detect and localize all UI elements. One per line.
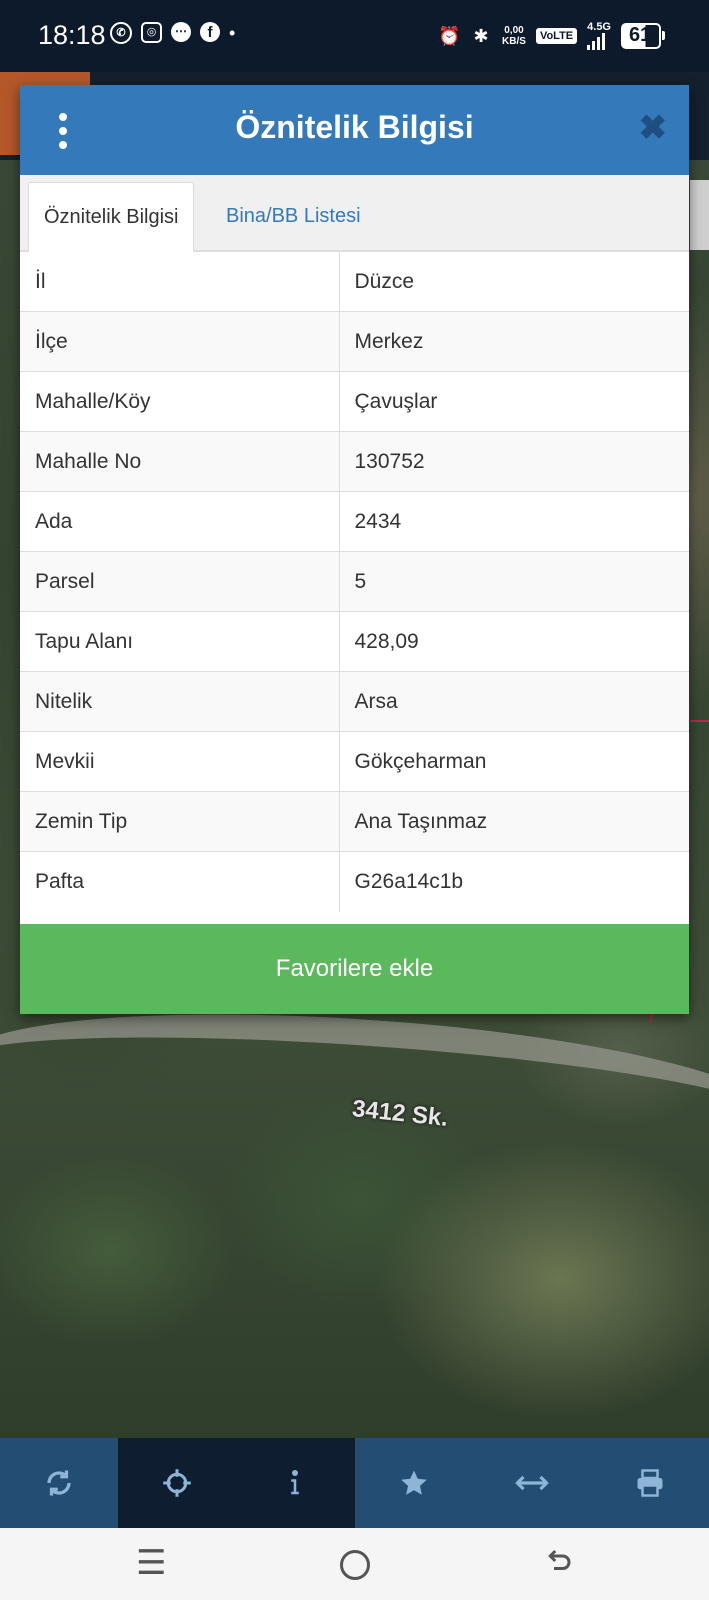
refresh-icon[interactable] bbox=[0, 1438, 118, 1528]
row-value: Arsa bbox=[339, 671, 689, 732]
messages-icon: ⋯ bbox=[171, 22, 191, 42]
table-row: Nitelik Arsa bbox=[20, 671, 689, 732]
bluetooth-icon: ✱ bbox=[473, 26, 489, 46]
notification-icons: ✆ ◎ ⋯ f • bbox=[110, 22, 235, 44]
recent-apps-icon[interactable]: ☰ bbox=[136, 1546, 166, 1580]
info-icon[interactable] bbox=[236, 1438, 355, 1528]
dialog-header: Öznitelik Bilgisi ✖ bbox=[20, 85, 689, 175]
dialog-title: Öznitelik Bilgisi bbox=[235, 109, 474, 145]
locate-icon[interactable] bbox=[118, 1438, 237, 1528]
print-icon[interactable] bbox=[591, 1438, 709, 1528]
row-key: Ada bbox=[20, 491, 340, 552]
instagram-icon: ◎ bbox=[141, 22, 162, 43]
row-key: Nitelik bbox=[20, 671, 340, 732]
attribute-table: İl Düzce İlçe Merkez Mahalle/Köy Çavuşlar M… bbox=[20, 251, 689, 912]
android-nav-bar: ☰ bbox=[0, 1528, 709, 1600]
map-gray-area bbox=[690, 180, 709, 250]
row-key: Pafta bbox=[20, 851, 340, 912]
row-value: G26a14c1b bbox=[339, 851, 689, 912]
measure-icon[interactable] bbox=[473, 1438, 591, 1528]
tab-strip: Öznitelik Bilgisi Bina/BB Listesi bbox=[20, 175, 689, 252]
tab-attribute-info[interactable]: Öznitelik Bilgisi bbox=[28, 182, 195, 252]
row-value: Çavuşlar bbox=[339, 371, 689, 432]
status-time: 18:18 bbox=[38, 20, 106, 50]
row-value: 428,09 bbox=[339, 611, 689, 672]
row-value: 5 bbox=[339, 551, 689, 612]
attribute-dialog: Öznitelik Bilgisi ✖ Öznitelik Bilgisi Bi… bbox=[20, 85, 689, 1014]
row-key: Tapu Alanı bbox=[20, 611, 340, 672]
map-toolbar bbox=[0, 1438, 709, 1528]
volte-badge: VoLTE bbox=[535, 28, 578, 44]
row-key: Mahalle No bbox=[20, 431, 340, 492]
row-key: Mevkii bbox=[20, 731, 340, 792]
network-type: 4.5G bbox=[587, 21, 611, 33]
table-row: İl Düzce bbox=[20, 251, 689, 312]
facebook-icon: f bbox=[200, 22, 220, 42]
table-row: Zemin Tip Ana Taşınmaz bbox=[20, 791, 689, 852]
close-icon[interactable]: ✖ bbox=[639, 111, 668, 145]
speed-value: 0,00 bbox=[504, 25, 524, 36]
row-value: 130752 bbox=[339, 431, 689, 492]
table-row: Mahalle No 130752 bbox=[20, 431, 689, 492]
add-to-favorites-button[interactable]: Favorilere ekle bbox=[20, 924, 689, 1014]
table-row: Pafta G26a14c1b bbox=[20, 851, 689, 912]
row-value: Gökçeharman bbox=[339, 731, 689, 792]
table-row: Parsel 5 bbox=[20, 551, 689, 612]
table-row: Mahalle/Köy Çavuşlar bbox=[20, 371, 689, 432]
parcel-boundary bbox=[690, 720, 709, 782]
row-key: Zemin Tip bbox=[20, 791, 340, 852]
network-speed: 0,00 KB/S bbox=[502, 25, 526, 47]
star-icon[interactable] bbox=[355, 1438, 473, 1528]
table-row: İlçe Merkez bbox=[20, 311, 689, 372]
home-icon[interactable] bbox=[340, 1550, 370, 1580]
mobile-signal: 4.5G bbox=[587, 22, 611, 50]
more-notifications-dot-icon: • bbox=[229, 23, 236, 43]
table-row: Ada 2434 bbox=[20, 491, 689, 552]
whatsapp-icon: ✆ bbox=[110, 22, 132, 44]
battery-level: 61 bbox=[629, 24, 652, 46]
alarm-icon: ⏰ bbox=[438, 26, 461, 46]
table-row: Tapu Alanı 428,09 bbox=[20, 611, 689, 672]
system-icons: ⏰ ✱ 0,00 KB/S VoLTE 4.5G 61 bbox=[438, 22, 665, 50]
row-key: Mahalle/Köy bbox=[20, 371, 340, 432]
back-icon[interactable] bbox=[544, 1546, 574, 1582]
row-key: Parsel bbox=[20, 551, 340, 612]
battery-icon: 61 bbox=[621, 23, 665, 49]
row-value: Ana Taşınmaz bbox=[339, 791, 689, 852]
signal-icon bbox=[587, 32, 606, 50]
row-value: Merkez bbox=[339, 311, 689, 372]
tab-building-list[interactable]: Bina/BB Listesi bbox=[211, 182, 376, 250]
status-bar: 18:18 ✆ ◎ ⋯ f • ⏰ ✱ 0,00 KB/S VoLTE 4.5G… bbox=[0, 0, 709, 72]
row-value: 2434 bbox=[339, 491, 689, 552]
row-value: Düzce bbox=[339, 251, 689, 312]
table-row: Mevkii Gökçeharman bbox=[20, 731, 689, 792]
row-key: İl bbox=[20, 251, 340, 312]
row-key: İlçe bbox=[20, 311, 340, 372]
speed-unit: KB/S bbox=[502, 36, 526, 47]
